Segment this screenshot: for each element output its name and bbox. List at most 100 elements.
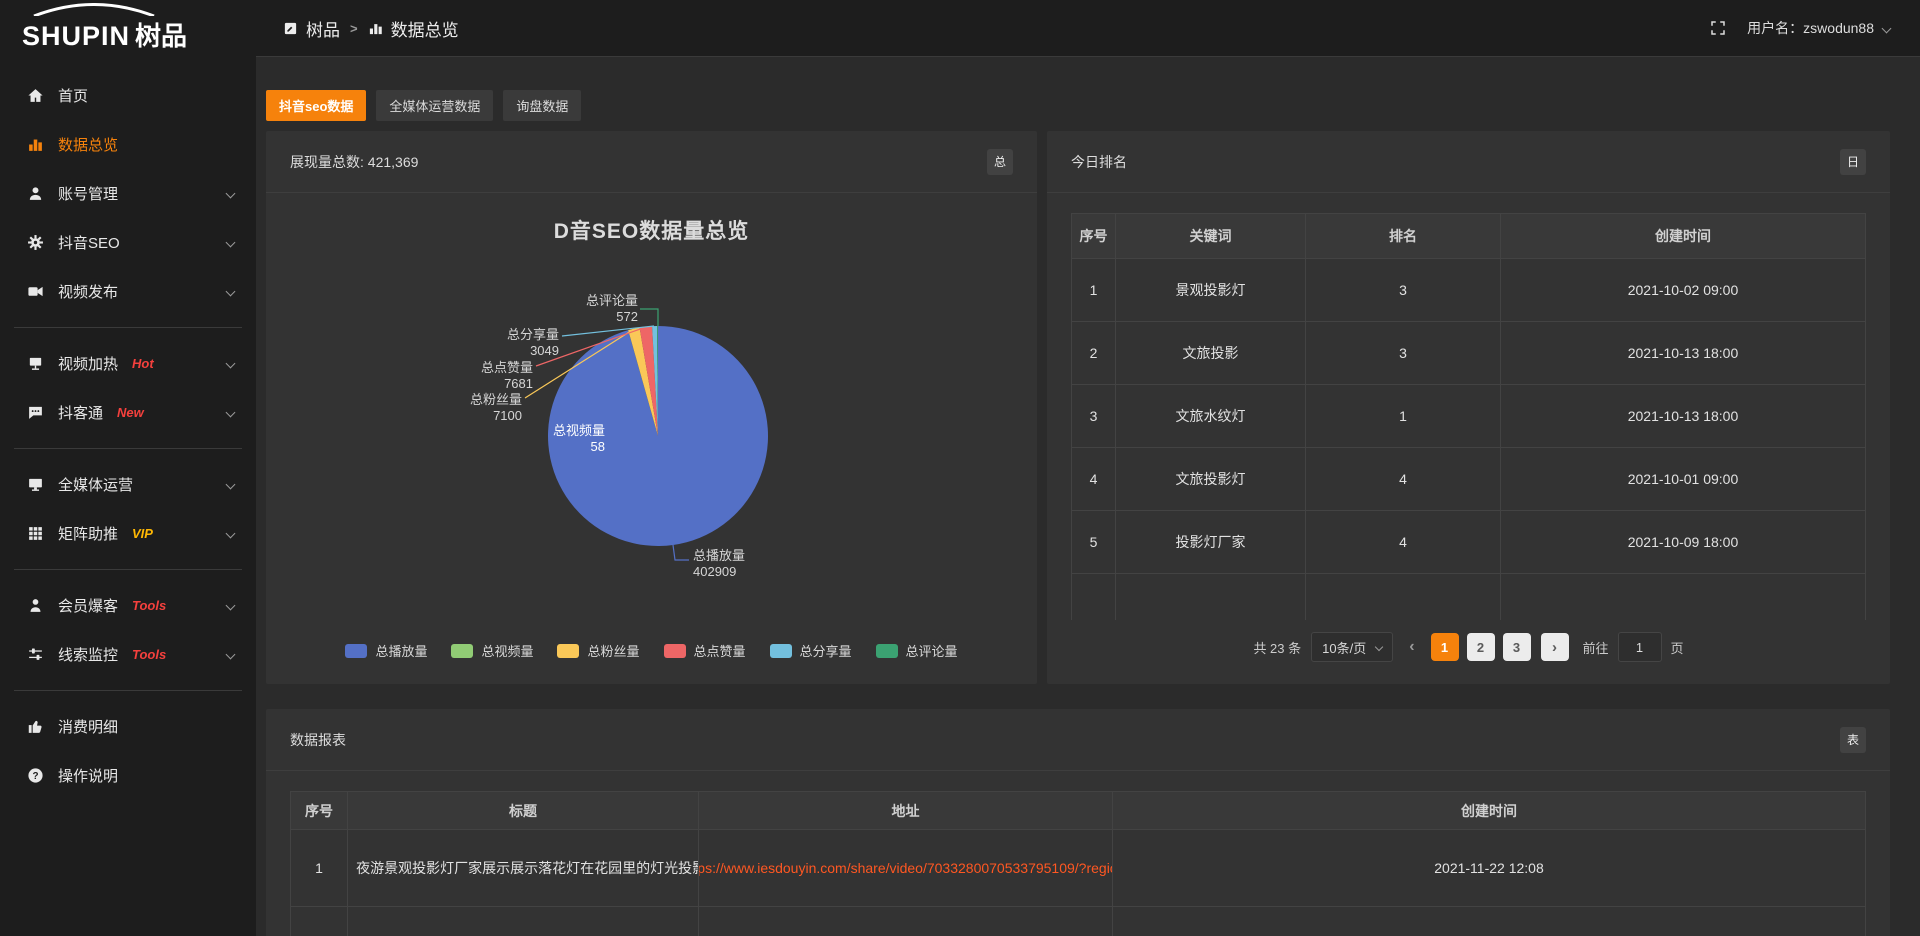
sidebar-item[interactable]: 账号管理 bbox=[0, 169, 256, 218]
table-row[interactable]: 2 文旅投影 3 2021-10-13 18:00 bbox=[1072, 322, 1866, 385]
user-label: 用户名：zswodun88 bbox=[1747, 18, 1874, 38]
cell-rank: 1 bbox=[1306, 385, 1501, 448]
pie-leader-line bbox=[640, 309, 658, 326]
column-header: 关键词 bbox=[1116, 214, 1306, 259]
sidebar-item[interactable]: 首页 bbox=[0, 71, 256, 120]
user-menu[interactable]: 用户名：zswodun88 bbox=[1747, 18, 1890, 38]
sidebar-item[interactable]: 视频加热 Hot bbox=[0, 339, 256, 388]
chevron-down-icon bbox=[226, 189, 236, 199]
table-row[interactable]: 4 文旅投影灯 4 2021-10-01 09:00 bbox=[1072, 448, 1866, 511]
sidebar-item[interactable] bbox=[14, 448, 242, 449]
ranking-panel-header: 今日排名 日 bbox=[1047, 131, 1890, 193]
table-row[interactable]: 1 景观投影灯，夜游景观投影灯厂家展示展示落花灯在花园里的灯光投影应用效果 # … bbox=[291, 830, 1866, 907]
report-table: 序号标题地址创建时间 1 景观投影灯，夜游景观投影灯厂家展示展示落花灯在花园里的… bbox=[290, 791, 1866, 936]
total-count: 共 23 条 bbox=[1253, 638, 1301, 657]
sidebar-item[interactable]: 抖客通 New bbox=[0, 388, 256, 437]
page-button[interactable]: 1 bbox=[1431, 633, 1459, 661]
goto-page-input[interactable]: 1 bbox=[1618, 632, 1662, 662]
tab[interactable]: 询盘数据 bbox=[503, 90, 581, 121]
header-right: 用户名：zswodun88 bbox=[1709, 18, 1890, 38]
sidebar-item[interactable]: 全媒体运营 bbox=[0, 460, 256, 509]
chat-icon bbox=[26, 404, 44, 422]
sidebar-item[interactable]: 消费明细 bbox=[0, 702, 256, 751]
pie-label-comments: 总评论量572 bbox=[586, 293, 638, 325]
tab[interactable]: 全媒体运营数据 bbox=[376, 90, 493, 121]
legend-item[interactable]: 总评论量 bbox=[876, 641, 958, 660]
sidebar-item-label: 数据总览 bbox=[58, 134, 118, 155]
page-button[interactable]: 2 bbox=[1467, 633, 1495, 661]
sidebar-item[interactable]: ? 操作说明 bbox=[0, 751, 256, 800]
legend-item[interactable]: 总粉丝量 bbox=[557, 641, 639, 660]
cell-time: 2021-10-02 09:00 bbox=[1501, 259, 1866, 322]
next-page-button[interactable]: › bbox=[1541, 633, 1569, 661]
sidebar-item[interactable]: 数据总览 bbox=[0, 120, 256, 169]
legend-item[interactable]: 总点赞量 bbox=[664, 641, 746, 660]
sidebar-item-label: 视频发布 bbox=[58, 281, 118, 302]
logo-text: SHUPIN bbox=[22, 21, 130, 51]
cell-time: 2021-10-13 18:00 bbox=[1501, 385, 1866, 448]
cell-url-link[interactable]: https://www.iesdouyin.com/share/video/70… bbox=[699, 830, 1113, 907]
legend-item[interactable]: 总播放量 bbox=[345, 641, 427, 660]
site-icon bbox=[283, 21, 298, 36]
breadcrumb-separator: > bbox=[350, 21, 358, 36]
total-toggle-button[interactable]: 总 bbox=[987, 149, 1013, 175]
table-toggle-button[interactable]: 表 bbox=[1840, 727, 1866, 753]
sidebar-item[interactable]: 会员爆客 Tools bbox=[0, 581, 256, 630]
table-row[interactable]: 1 景观投影灯 3 2021-10-02 09:00 bbox=[1072, 259, 1866, 322]
sidebar: SHUPIN树品 首页 数据总览 账号管理 bbox=[0, 0, 256, 936]
table-row[interactable]: 5 投影灯厂家 4 2021-10-09 18:00 bbox=[1072, 511, 1866, 574]
chart-panel-header: 展现量总数: 421,369 总 bbox=[266, 131, 1037, 193]
cell-time: 2021-10-09 18:00 bbox=[1501, 511, 1866, 574]
cell-time: 2021-10-01 09:00 bbox=[1501, 448, 1866, 511]
main-content: 抖音seo数据 全媒体运营数据 询盘数据 展现量总数: 421,369 总 D音… bbox=[256, 57, 1920, 936]
sidebar-item[interactable]: 抖音SEO bbox=[0, 218, 256, 267]
tab-bar: 抖音seo数据 全媒体运营数据 询盘数据 bbox=[266, 90, 1890, 121]
bar-chart-icon bbox=[368, 21, 383, 36]
column-header: 排名 bbox=[1306, 214, 1501, 259]
sidebar-item-label: 抖客通 bbox=[58, 402, 103, 423]
cell-no: 4 bbox=[1072, 448, 1116, 511]
chart-icon bbox=[26, 136, 44, 154]
legend-item[interactable]: 总视频量 bbox=[451, 641, 533, 660]
sidebar-item[interactable] bbox=[14, 569, 242, 570]
chevron-down-icon bbox=[226, 601, 236, 611]
top-header: 树品 > 数据总览 用户名：zswodun88 bbox=[256, 0, 1920, 57]
sidebar-item-label: 消费明细 bbox=[58, 716, 118, 737]
page-size-select[interactable]: 10条/页 bbox=[1311, 632, 1393, 662]
cell-time: 2021-10-13 18:00 bbox=[1501, 322, 1866, 385]
sidebar-item[interactable]: 视频发布 bbox=[0, 267, 256, 316]
empty-row bbox=[291, 907, 1866, 936]
cell-keyword: 景观投影灯 bbox=[1116, 259, 1306, 322]
sidebar-item[interactable]: 矩阵助推 VIP bbox=[0, 509, 256, 558]
pie-chart-svg[interactable] bbox=[266, 193, 1037, 684]
chevron-down-icon bbox=[226, 529, 236, 539]
report-panel-header: 数据报表 表 bbox=[266, 709, 1890, 771]
day-toggle-button[interactable]: 日 bbox=[1840, 149, 1866, 175]
breadcrumb-current[interactable]: 数据总览 bbox=[368, 16, 459, 41]
cell-rank: 3 bbox=[1306, 259, 1501, 322]
chart-panel: 展现量总数: 421,369 总 D音SEO数据量总览 总评论量572 总分享量… bbox=[266, 131, 1037, 684]
sidebar-item[interactable] bbox=[14, 690, 242, 691]
page-button[interactable]: 3 bbox=[1503, 633, 1531, 661]
chevron-down-icon bbox=[1375, 643, 1383, 651]
sliders-icon bbox=[26, 646, 44, 664]
sidebar-item[interactable] bbox=[14, 327, 242, 328]
goto-label: 前往 bbox=[1583, 638, 1609, 657]
column-header: 地址 bbox=[699, 792, 1113, 830]
home-icon bbox=[26, 87, 44, 105]
prev-page-button[interactable]: ‹ bbox=[1403, 638, 1420, 656]
breadcrumb-home[interactable]: 树品 bbox=[283, 16, 340, 41]
sidebar-item-badge: Tools bbox=[132, 598, 166, 613]
empty-row bbox=[1072, 574, 1866, 620]
fullscreen-icon[interactable] bbox=[1709, 19, 1727, 37]
cell-title: 景观投影灯，夜游景观投影灯厂家展示展示落花灯在花园里的灯光投影应用效果 # bbox=[348, 830, 699, 907]
sidebar-item-label: 全媒体运营 bbox=[58, 474, 133, 495]
legend-item[interactable]: 总分享量 bbox=[770, 641, 852, 660]
table-row[interactable]: 3 文旅水纹灯 1 2021-10-13 18:00 bbox=[1072, 385, 1866, 448]
sidebar-item[interactable]: 线索监控 Tools bbox=[0, 630, 256, 679]
svg-text:?: ? bbox=[32, 771, 38, 782]
pie-label-likes: 总点赞量7681 bbox=[481, 360, 533, 392]
column-header: 标题 bbox=[348, 792, 699, 830]
ranking-table: 序号关键词排名创建时间 1 景观投影灯 3 2021-10-02 09:00 bbox=[1071, 213, 1866, 620]
tab[interactable]: 抖音seo数据 bbox=[266, 90, 366, 121]
